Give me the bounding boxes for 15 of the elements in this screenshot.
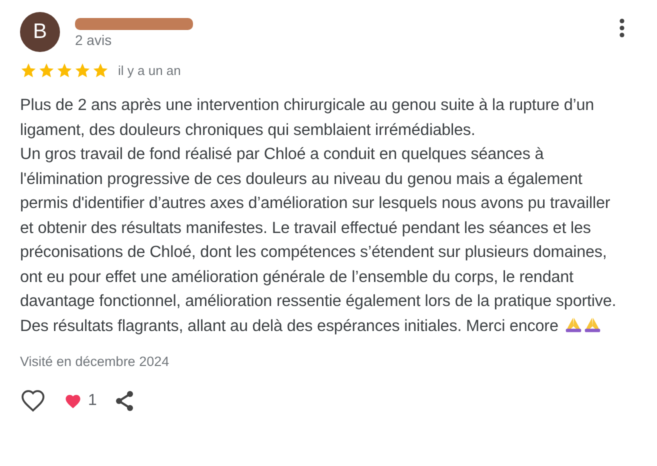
reaction-count: 1 (88, 392, 97, 410)
star-icon (56, 62, 73, 79)
review-text: Plus de 2 ans après une intervention chirurgicale au genou suite à la rupture d’un ligament, des douleurs chroniques qui semblaient irrémédiables. Un gros travail de fond réalisé par Chloé a conduit en quelques séances à l'élimination progressive de ces douleurs au niveau du genou mais a également permis d'identifier d’autres axes d’amélioration sur lesquels nous avons pu travailler et obtenir des résultats manifestes. Le travail effectué pendant les séances et les préconisations de Chloé, dont les compétences s’étendent sur plusieurs domaines, ont eu pour effet une amélioration générale de l’ensemble du corps, le rendant davantage fonctionnel, amélioration ressentie également lors de la pratique sportive. Des résultats flagrants, allant au delà des espérances initiales. Merci encore (20, 95, 618, 336)
share-icon[interactable] (114, 390, 135, 412)
heart-icon (64, 392, 82, 408)
more-icon[interactable] (619, 18, 625, 38)
visit-date: Visité en décembre 2024 (20, 354, 170, 369)
review-count: 2 avis (75, 32, 113, 48)
avatar: B (20, 12, 60, 52)
star-icon (92, 62, 109, 79)
star-icon (20, 62, 37, 79)
star-icon (38, 62, 55, 79)
like-icon[interactable] (20, 389, 46, 412)
star-icon (74, 62, 91, 79)
review-date: il y a un an (118, 63, 181, 78)
